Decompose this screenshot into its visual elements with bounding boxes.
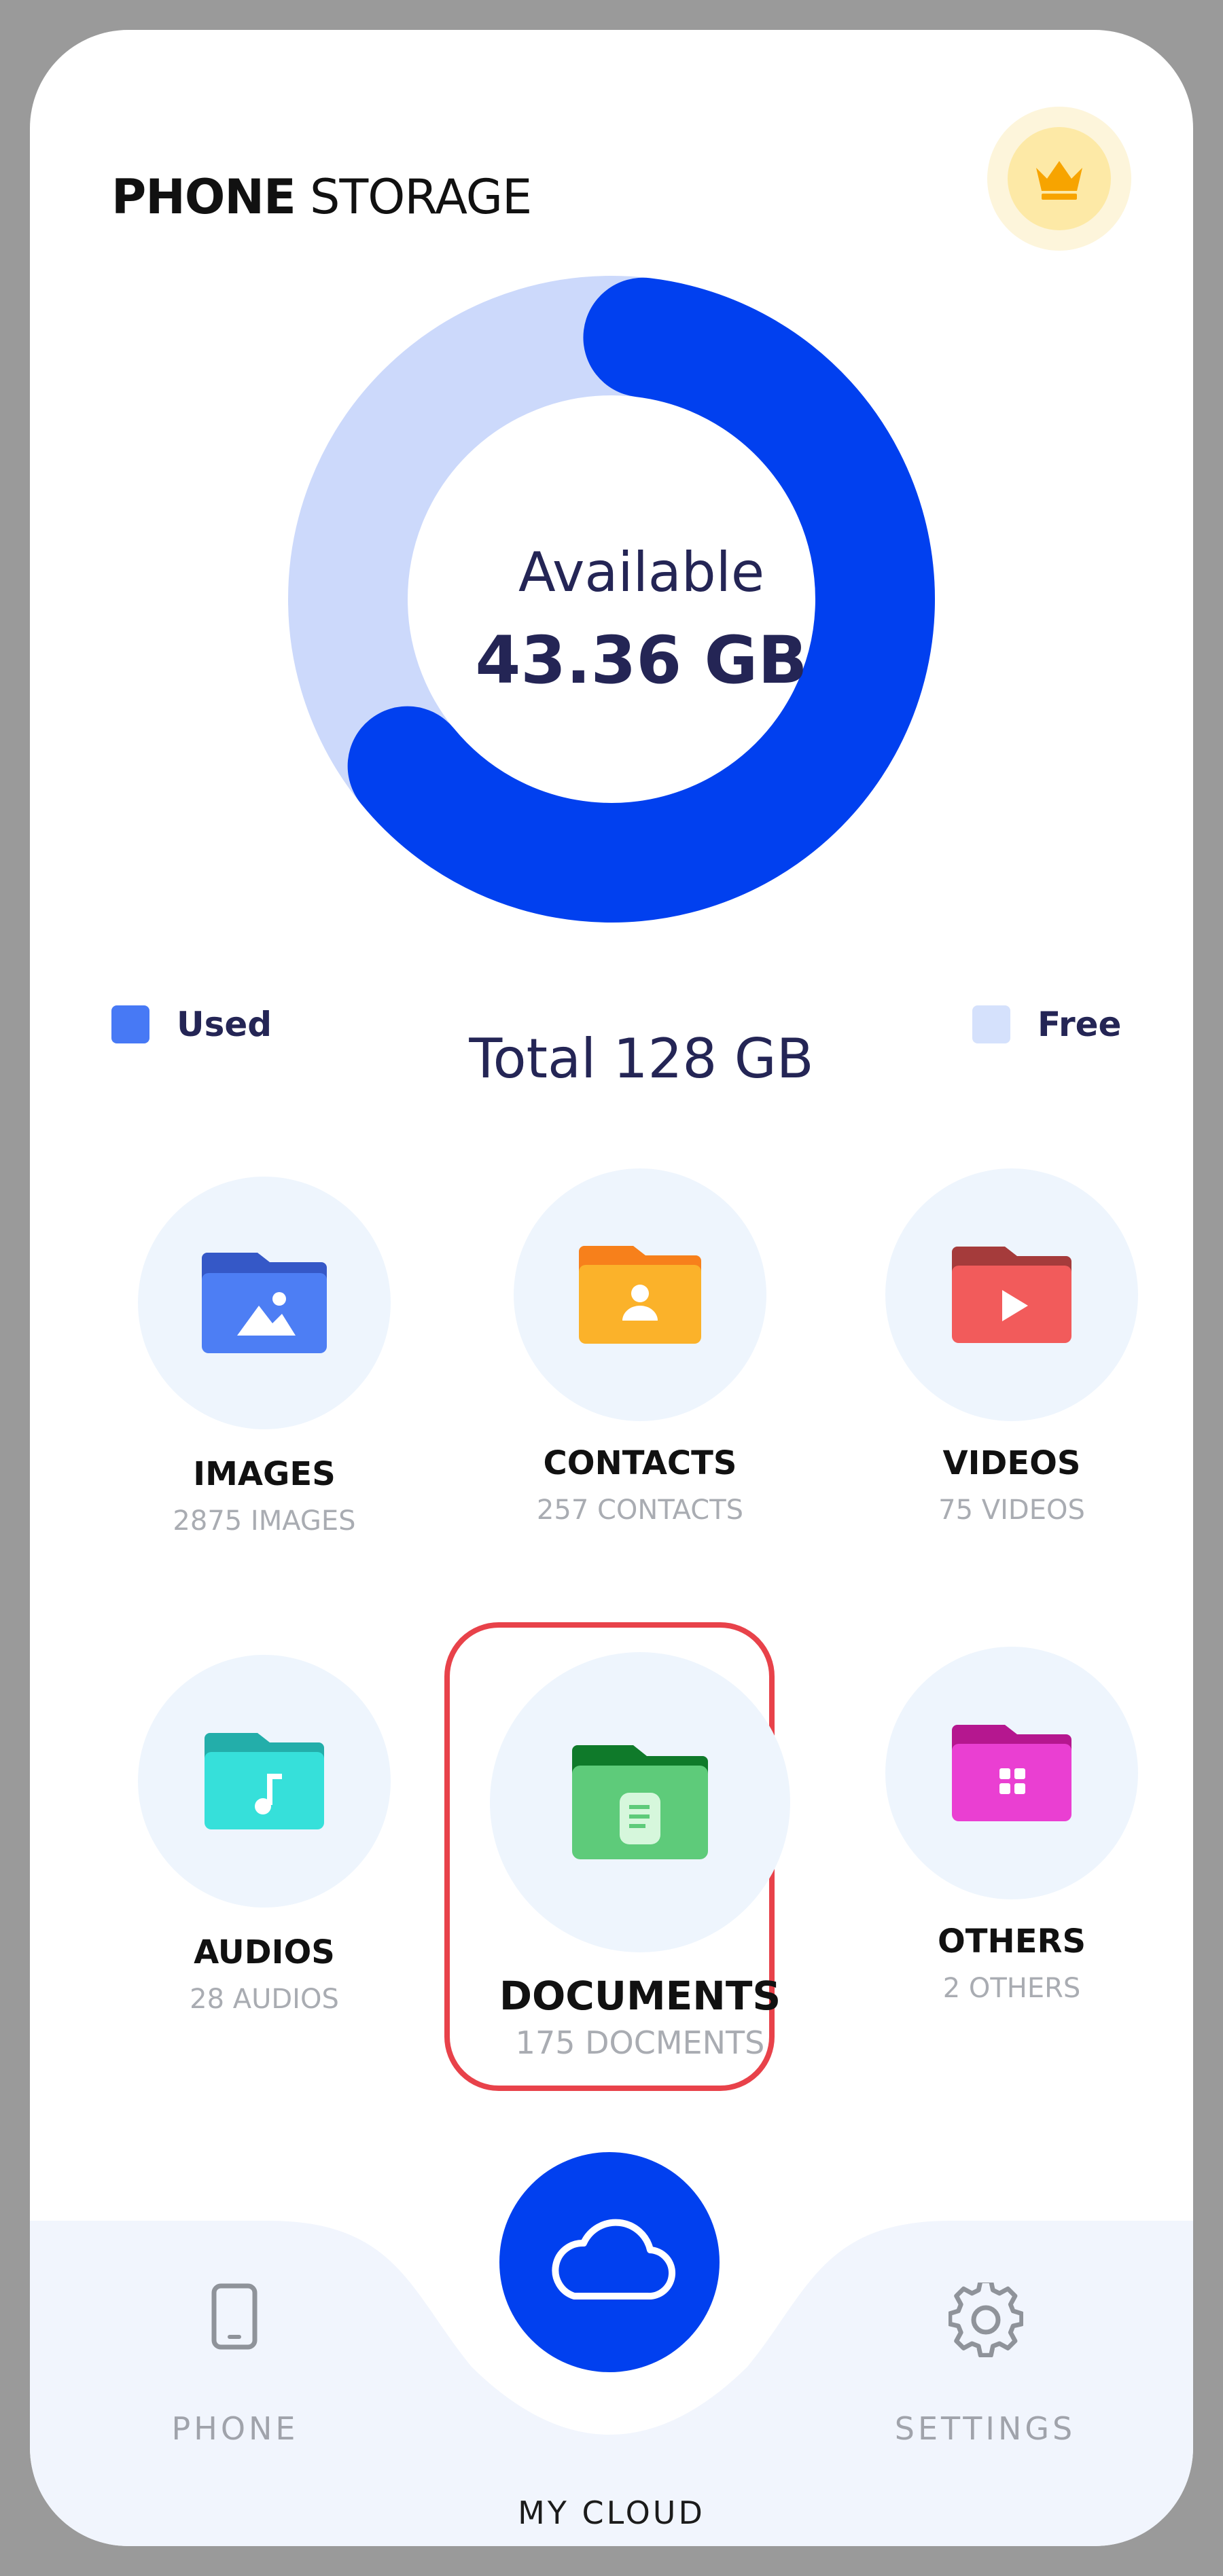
gear-icon[interactable] <box>947 2278 1024 2360</box>
cloud-icon <box>552 2219 676 2300</box>
my-cloud-button[interactable] <box>499 2152 720 2372</box>
phone-icon[interactable] <box>211 2283 258 2353</box>
phone-screen: PHONE STORAGE Available 43.36 GB Used To… <box>30 30 1193 2546</box>
nav-phone-label[interactable]: PHONE <box>99 2410 371 2447</box>
nav-cloud-label[interactable]: MY CLOUD <box>476 2494 747 2531</box>
nav-settings-label[interactable]: SETTINGS <box>849 2410 1121 2447</box>
